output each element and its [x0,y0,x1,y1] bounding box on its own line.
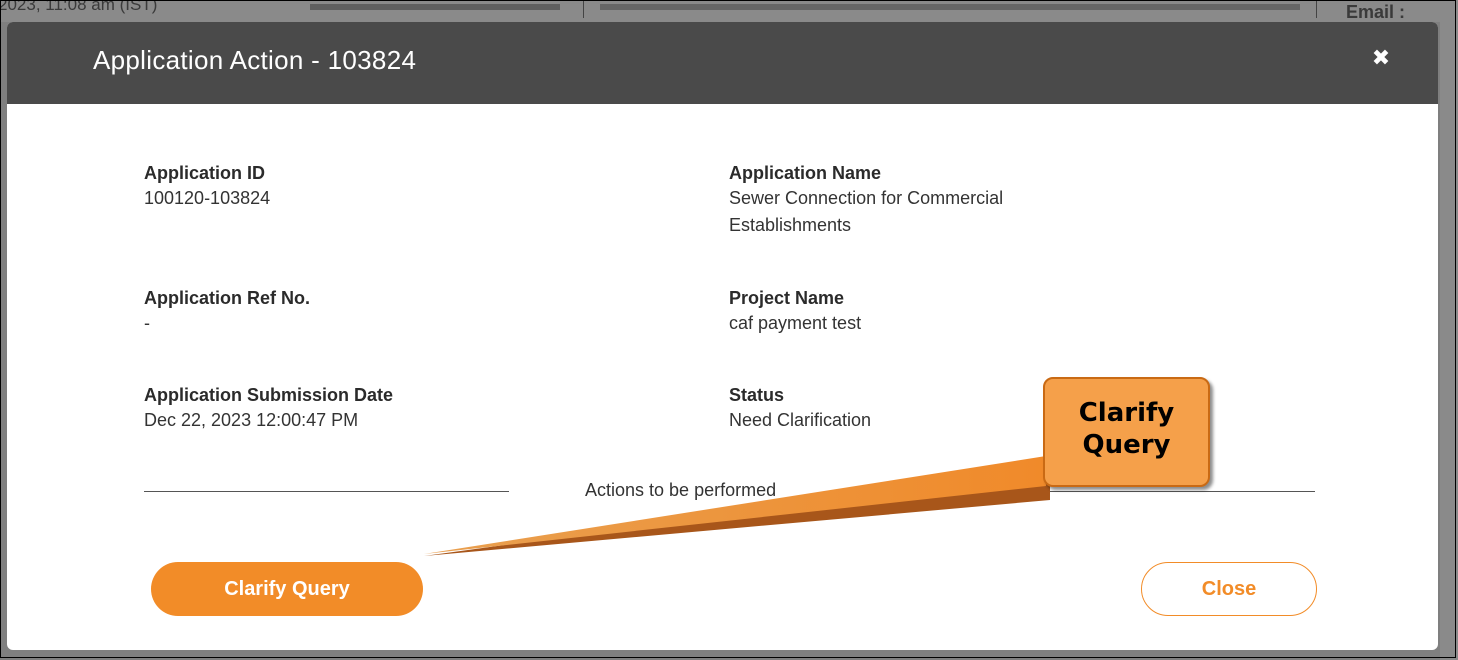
callout-line-2: Query [1082,430,1171,460]
callout-line-1: Clarify [1078,398,1175,428]
clarify-query-callout: Clarify Query [1043,377,1210,487]
callout-pointer [424,456,1050,556]
